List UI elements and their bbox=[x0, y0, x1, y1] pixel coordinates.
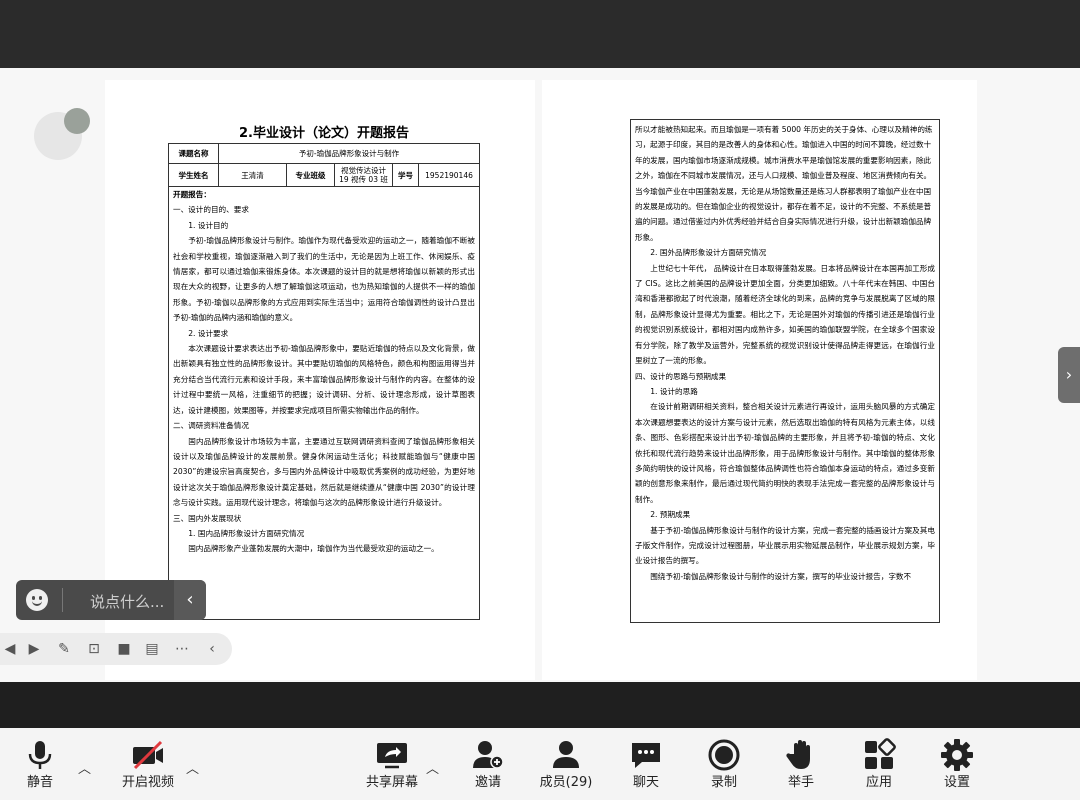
report-paragraph: 三、国内外发展现状 bbox=[173, 513, 242, 523]
video-options-caret-icon[interactable]: ︿ bbox=[186, 758, 199, 777]
raise-hand-label: 举手 bbox=[787, 775, 814, 790]
chat-icon bbox=[632, 743, 660, 768]
topic-label: 课题名称 bbox=[168, 143, 219, 164]
report-paragraph: 2. 设计要求 bbox=[188, 328, 229, 338]
invite-button[interactable]: 邀请 bbox=[466, 728, 510, 800]
major-label: 专业班级 bbox=[286, 163, 335, 187]
major-value: 视觉传达设计 19 视传 03 班 bbox=[334, 163, 393, 187]
comment-icon[interactable]: ▤ bbox=[142, 639, 162, 659]
settings-button[interactable]: 设置 bbox=[935, 728, 979, 800]
record-label: 录制 bbox=[710, 775, 737, 790]
members-label: 成员(29) bbox=[539, 775, 593, 790]
chat-button[interactable]: 聊天 bbox=[624, 728, 668, 800]
chevron-left-icon[interactable]: ‹ bbox=[174, 580, 206, 620]
settings-label: 设置 bbox=[943, 775, 970, 790]
start-video-label: 开启视频 bbox=[121, 775, 174, 790]
share-screen-button[interactable]: 共享屏幕 bbox=[360, 728, 424, 800]
report-paragraph: 予初-瑜伽品牌形象设计与制作。瑜伽作为现代备受欢迎的运动之一，随着瑜伽不断被社会… bbox=[173, 236, 475, 323]
share-screen-icon bbox=[377, 743, 407, 769]
record-icon bbox=[708, 739, 740, 771]
id-label: 学号 bbox=[392, 163, 419, 187]
report-paragraph: 国内品牌形象产业蓬勃发展的大潮中，瑜伽作为当代最受欢迎的运动之一。 bbox=[188, 544, 439, 554]
gear-icon bbox=[941, 739, 973, 771]
microphone-icon bbox=[28, 741, 52, 769]
invite-user-icon bbox=[473, 741, 504, 769]
chat-placeholder[interactable]: 说点什么... bbox=[90, 591, 164, 612]
chat-label: 聊天 bbox=[632, 775, 659, 790]
report-paragraph: 本次课题设计要求表达出予初-瑜伽品牌形象中，要贴近瑜伽的特点以及文化背景，做出新… bbox=[173, 344, 475, 415]
more-icon[interactable]: ⋯ bbox=[172, 639, 192, 659]
speaker-avatar-icon bbox=[34, 108, 90, 160]
topic-value: 予初-瑜伽品牌形象设计与制作 bbox=[218, 143, 480, 164]
report-body-left: 开题报告： 一、设计的目的、要求 1. 设计目的予初-瑜伽品牌形象设计与制作。瑜伽作… bbox=[168, 185, 480, 620]
report-paragraph: 一、设计的目的、要求 bbox=[173, 205, 249, 215]
apps-icon bbox=[865, 738, 896, 769]
report-paragraph: 所以才能被热知起来。而且瑜伽是一项有着 5000 年历史的关于身体、心理以及精神… bbox=[635, 125, 933, 242]
start-video-button[interactable]: 开启视频 bbox=[110, 728, 186, 800]
apps-button[interactable]: 应用 bbox=[857, 728, 901, 800]
report-paragraph: 二、调研资料准备情况 bbox=[173, 421, 249, 431]
video-off-icon bbox=[133, 740, 163, 770]
report-paragraph: 开题报告： bbox=[173, 190, 211, 199]
student-value: 王清清 bbox=[218, 163, 287, 187]
report-paragraph: 2. 预期成果 bbox=[650, 510, 691, 520]
mute-label: 静音 bbox=[26, 775, 53, 790]
report-paragraph: 在设计前期调研相关资料，整合相关设计元素进行再设计，运用头脑风暴的方式确定本次课… bbox=[635, 402, 935, 504]
next-page-button[interactable]: › bbox=[1058, 347, 1080, 403]
id-value: 1952190146 bbox=[418, 163, 480, 187]
student-label: 学生姓名 bbox=[168, 163, 219, 187]
apps-label: 应用 bbox=[865, 775, 892, 790]
annotation-toolbar: ◀ ▶ ✎ ⊡ ■ ▤ ⋯ ‹ bbox=[0, 633, 232, 665]
meeting-toolbar: 静音 ︿ 开启视频 ︿ 共享屏幕 ︿ 邀请 成员(29) 聊天 录制 举手 应用… bbox=[0, 728, 1080, 800]
mute-button[interactable]: 静音 bbox=[15, 728, 65, 800]
camera-icon[interactable]: ■ bbox=[114, 639, 134, 659]
chat-divider bbox=[62, 588, 63, 612]
play-icon[interactable]: ▶ bbox=[24, 639, 44, 659]
share-options-caret-icon[interactable]: ︿ bbox=[426, 758, 439, 777]
report-paragraph: 围绕予初-瑜伽品牌形象设计与制作的设计方案，撰写的毕业设计报告，字数不 bbox=[650, 571, 912, 581]
collapse-icon[interactable]: ‹ bbox=[202, 639, 222, 659]
bottom-dark-bar bbox=[0, 682, 1080, 728]
chat-input-bubble[interactable]: 说点什么... ‹ bbox=[16, 580, 206, 620]
report-paragraph: 上世纪七十年代， 品牌设计在日本取得蓬勃发展。日本将品牌设计在本国再加工形成了 … bbox=[635, 263, 935, 366]
report-paragraph: 国内品牌形象设计市场较为丰富，主要通过互联网调研资料查阅了瑜伽品牌形象相关设计以… bbox=[173, 436, 475, 508]
report-paragraph: 四、设计的思路与预期成果 bbox=[635, 371, 727, 381]
members-button[interactable]: 成员(29) bbox=[534, 728, 598, 800]
report-paragraph: 基于予初-瑜伽品牌形象设计与制作的设计方案，完成一套完整的插画设计方案及其电子版… bbox=[635, 525, 935, 566]
pen-icon[interactable]: ✎ bbox=[54, 639, 74, 659]
report-paragraph: 1. 设计的思路 bbox=[650, 386, 698, 396]
report-paragraph: 1. 设计目的 bbox=[188, 220, 229, 230]
select-icon[interactable]: ⊡ bbox=[84, 639, 104, 659]
report-paragraph: 1. 国内品牌形象设计方面研究情况 bbox=[188, 528, 305, 538]
top-bar bbox=[0, 0, 1080, 68]
share-screen-label: 共享屏幕 bbox=[365, 775, 418, 790]
chevron-right-icon: › bbox=[1065, 365, 1073, 384]
document-title: 2.毕业设计（论文）开题报告 bbox=[239, 126, 409, 141]
mute-options-caret-icon[interactable]: ︿ bbox=[78, 758, 91, 777]
record-button[interactable]: 录制 bbox=[702, 728, 746, 800]
hand-icon bbox=[786, 740, 810, 769]
info-table: 课题名称 予初-瑜伽品牌形象设计与制作 学生姓名 王清清 专业班级 视觉传达设计… bbox=[168, 143, 480, 187]
prev-arrow-icon[interactable]: ◀ bbox=[0, 639, 20, 659]
raise-hand-button[interactable]: 举手 bbox=[779, 728, 823, 800]
report-body-right: 所以才能被热知起来。而且瑜伽是一项有着 5000 年历史的关于身体、心理以及精神… bbox=[630, 119, 940, 623]
members-icon bbox=[553, 741, 579, 768]
invite-label: 邀请 bbox=[474, 775, 501, 790]
emoji-icon[interactable] bbox=[26, 589, 48, 611]
report-paragraph: 2. 国外品牌形象设计方面研究情况 bbox=[650, 248, 767, 258]
